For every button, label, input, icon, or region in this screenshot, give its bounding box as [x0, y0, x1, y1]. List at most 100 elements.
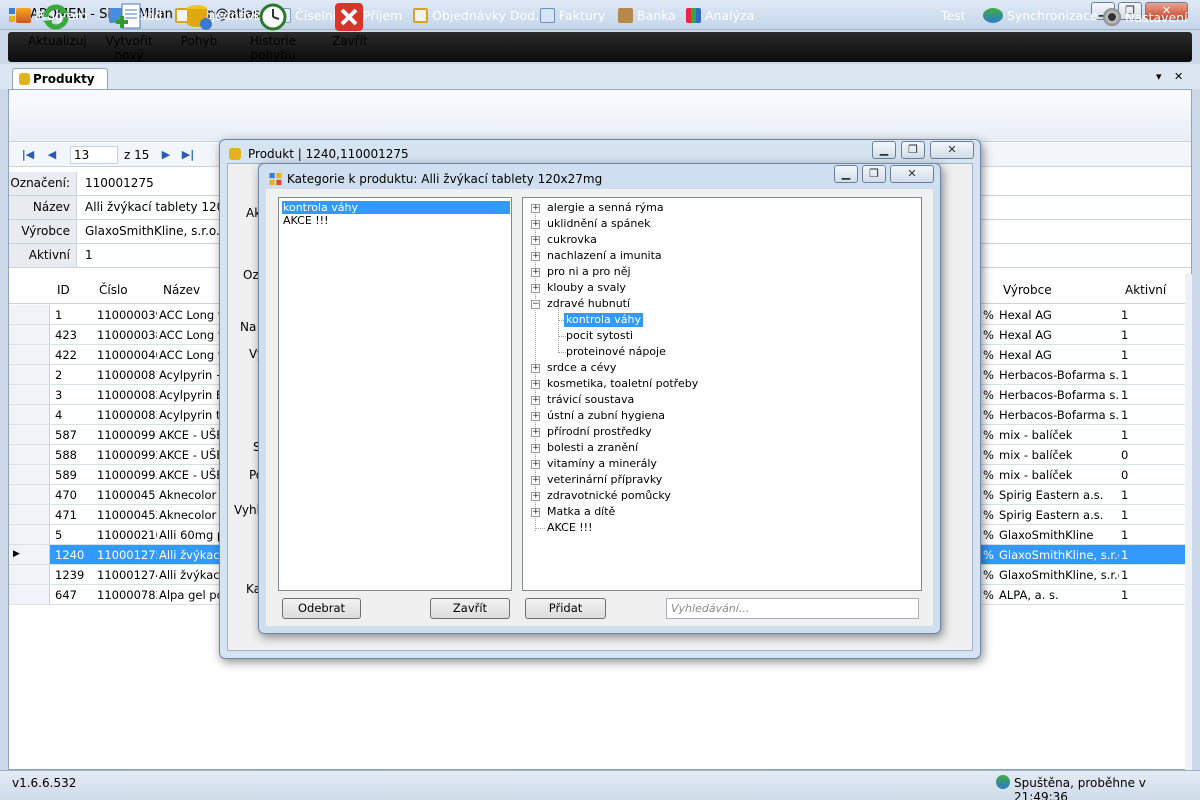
close-tab-button[interactable]: Zavřít — [332, 2, 368, 48]
assigned-categories-list[interactable]: kontrola váhy AKCE !!! — [278, 197, 512, 591]
tree-node[interactable]: uklidnění a spánek — [547, 217, 651, 231]
tree-node[interactable]: AKCE !!! — [547, 521, 593, 535]
search-input[interactable]: Vyhledávání... — [666, 598, 919, 619]
remove-button[interactable]: Odebrat — [282, 598, 361, 619]
add-button[interactable]: Přidat — [525, 598, 606, 619]
row-header[interactable] — [9, 305, 50, 324]
row-header[interactable] — [9, 505, 50, 524]
cell-vyrobce: Hexal AG — [999, 308, 1052, 322]
tab-list-dropdown[interactable]: ▾ — [1156, 70, 1162, 83]
row-header[interactable]: ▶ — [9, 545, 50, 564]
tree-node[interactable]: kontrola váhy — [564, 313, 644, 327]
product-dialog-minimize[interactable]: ▁ — [872, 141, 896, 159]
tree-node[interactable]: cukrovka — [547, 233, 597, 247]
tree-node[interactable]: nachlazení a imunita — [547, 249, 662, 263]
close-button[interactable]: Zavřít — [430, 598, 510, 619]
tree-node[interactable]: pocit sytosti — [566, 329, 633, 343]
row-header[interactable] — [9, 345, 50, 364]
menu-analyza[interactable]: Analýza — [686, 8, 754, 23]
category-tree[interactable]: + alergie a senná rýma + uklidnění a spánek… — [522, 197, 922, 591]
menu-test[interactable]: Test — [941, 8, 966, 23]
menu-synchronizace[interactable]: Synchronizace — [983, 8, 1098, 23]
column-header-cislo[interactable]: Číslo — [99, 283, 128, 297]
row-header[interactable] — [9, 565, 50, 584]
expand-icon[interactable]: + — [531, 380, 540, 389]
next-record-button[interactable]: ▶ — [159, 148, 173, 162]
cell-vyrobce: ALPA, a. s. — [999, 588, 1059, 602]
product-dialog-maximize[interactable]: ❐ — [901, 141, 925, 159]
previous-record-button[interactable]: ◀ — [45, 148, 59, 162]
record-position-input[interactable]: 13 — [70, 146, 118, 164]
expand-icon[interactable]: + — [531, 476, 540, 485]
expand-icon[interactable]: + — [531, 364, 540, 373]
row-header[interactable] — [9, 585, 50, 604]
tree-node[interactable]: vitamíny a minerály — [547, 457, 657, 471]
category-dialog-close[interactable]: ✕ — [890, 165, 934, 183]
menu-nastaveni[interactable]: Nastavení — [1103, 8, 1188, 26]
tree-node[interactable]: klouby a svaly — [547, 281, 626, 295]
row-header[interactable] — [9, 445, 50, 464]
row-header[interactable] — [9, 405, 50, 424]
movement-button[interactable]: Pohyb — [180, 2, 218, 48]
cell-id: 3 — [55, 388, 63, 402]
tree-node[interactable]: zdravé hubnutí — [547, 297, 630, 311]
tree-node[interactable]: proteinové nápoje — [566, 345, 666, 359]
tree-node[interactable]: ústní a zubní hygiena — [547, 409, 665, 423]
expand-icon[interactable]: + — [531, 492, 540, 501]
product-dialog-close[interactable]: ✕ — [930, 141, 974, 159]
cell-vyrobce: Herbacos-Bofarma s.r.o. — [999, 368, 1119, 382]
cell-vyrobce: GlaxoSmithKline, s.r.o. — [999, 568, 1119, 582]
database-icon — [187, 5, 212, 30]
list-item[interactable]: AKCE !!! — [282, 214, 510, 227]
row-header[interactable] — [9, 485, 50, 504]
tab-produkty[interactable]: Produkty — [12, 68, 108, 89]
tree-node[interactable]: zdravotnické pomůcky — [547, 489, 671, 503]
expand-icon[interactable]: + — [531, 204, 540, 213]
column-header-vyrobce[interactable]: Výrobce — [1003, 283, 1052, 297]
expand-icon[interactable]: + — [531, 412, 540, 421]
collapse-icon[interactable]: − — [531, 300, 540, 309]
refresh-button[interactable]: Aktualizuj — [28, 2, 87, 48]
expand-icon[interactable]: + — [531, 428, 540, 437]
column-header-nazev[interactable]: Název — [163, 283, 200, 297]
expand-icon[interactable]: + — [531, 444, 540, 453]
category-dialog-minimize[interactable]: ▁ — [834, 165, 858, 183]
menu-objednavky-dod[interactable]: Objednávky Dod. — [413, 8, 539, 23]
expand-icon[interactable]: + — [531, 252, 540, 261]
tree-node[interactable]: Matka a dítě — [547, 505, 615, 519]
row-header[interactable] — [9, 525, 50, 544]
column-header-id[interactable]: ID — [57, 283, 70, 297]
tree-node[interactable]: přírodní prostředky — [547, 425, 652, 439]
row-header[interactable] — [9, 365, 50, 384]
row-header[interactable] — [9, 425, 50, 444]
tree-node[interactable]: veterinární přípravky — [547, 473, 662, 487]
expand-icon[interactable]: + — [531, 236, 540, 245]
row-header[interactable] — [9, 465, 50, 484]
list-item[interactable]: kontrola váhy — [282, 201, 510, 214]
row-header[interactable] — [9, 325, 50, 344]
tree-node[interactable]: srdce a cévy — [547, 361, 616, 375]
menu-faktury[interactable]: Faktury — [540, 8, 605, 23]
vertical-scrollbar[interactable] — [1185, 274, 1192, 770]
tab-close-button[interactable]: ✕ — [1174, 70, 1183, 83]
expand-icon[interactable]: + — [531, 268, 540, 277]
expand-icon[interactable]: + — [531, 396, 540, 405]
menu-prijem[interactable]: Příjem — [363, 8, 402, 23]
category-dialog-maximize[interactable]: ❐ — [862, 165, 886, 183]
tree-node[interactable]: trávicí soustava — [547, 393, 634, 407]
menu-banka[interactable]: Banka — [618, 8, 676, 23]
expand-icon[interactable]: + — [531, 460, 540, 469]
expand-icon[interactable]: + — [531, 508, 540, 517]
last-record-button[interactable]: ▶| — [181, 148, 195, 162]
expand-icon[interactable]: + — [531, 220, 540, 229]
expand-icon[interactable]: + — [531, 284, 540, 293]
column-header-aktivni[interactable]: Aktivní — [1125, 283, 1166, 297]
tree-node[interactable]: pro ni a pro něj — [547, 265, 631, 279]
history-button[interactable]: Historie pohybu — [229, 2, 317, 62]
tree-node[interactable]: kosmetika, toaletní potřeby — [547, 377, 698, 391]
first-record-button[interactable]: |◀ — [21, 148, 35, 162]
tree-node[interactable]: alergie a senná rýma — [547, 201, 664, 215]
tree-node[interactable]: bolesti a zranění — [547, 441, 638, 455]
create-new-button[interactable]: Vytvořit nový — [93, 2, 165, 62]
row-header[interactable] — [9, 385, 50, 404]
